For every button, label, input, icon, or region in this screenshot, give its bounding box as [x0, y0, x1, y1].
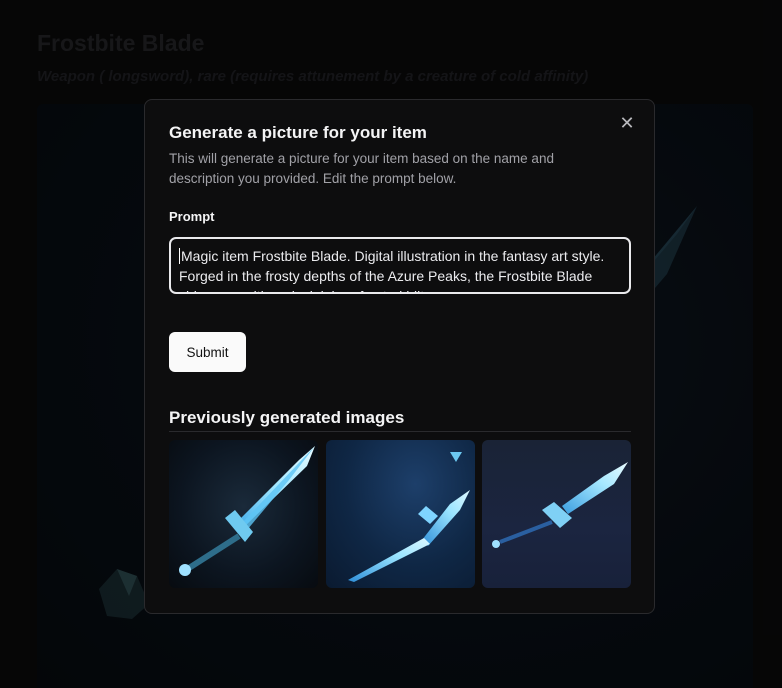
prompt-textarea[interactable]: Magic item Frostbite Blade. Digital illu…: [169, 237, 631, 294]
dialog-title: Generate a picture for your item: [169, 123, 427, 142]
divider: [169, 431, 631, 432]
prompt-text: Magic item Frostbite Blade. Digital illu…: [179, 248, 605, 292]
previous-images-heading: Previously generated images: [169, 408, 405, 427]
submit-button[interactable]: Submit: [169, 332, 246, 372]
close-icon[interactable]: ✕: [618, 114, 636, 132]
generated-image-2[interactable]: [326, 440, 475, 588]
text-caret: [179, 248, 180, 264]
dialog-description: This will generate a picture for your it…: [169, 151, 554, 186]
generated-image-3[interactable]: [482, 440, 631, 588]
generate-picture-dialog: ✕ Generate a picture for your item This …: [144, 99, 655, 614]
prompt-label: Prompt: [169, 209, 215, 224]
generated-image-1[interactable]: [169, 440, 318, 588]
